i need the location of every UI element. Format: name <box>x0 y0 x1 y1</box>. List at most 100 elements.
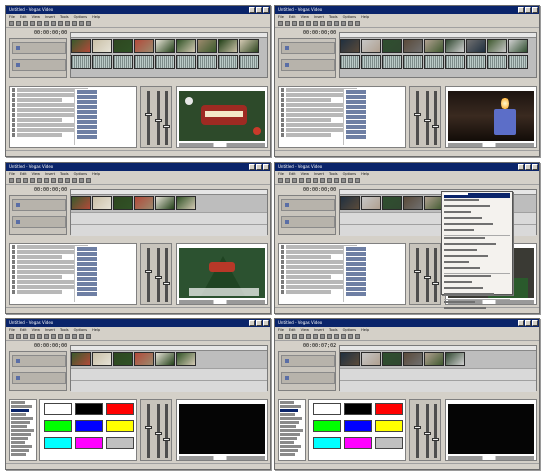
track-header[interactable] <box>281 42 335 54</box>
fader-handle[interactable] <box>155 432 162 435</box>
volume-fader[interactable] <box>424 404 431 458</box>
audio-clip[interactable] <box>71 55 91 69</box>
folder-tree-item[interactable] <box>12 98 63 102</box>
toolbar-icon[interactable] <box>313 178 318 183</box>
close-button[interactable] <box>532 320 538 326</box>
video-clip-thumbnail[interactable] <box>155 352 175 366</box>
toolbar-icon[interactable] <box>86 21 91 26</box>
audio-clip[interactable] <box>487 55 507 69</box>
fader-handle[interactable] <box>163 282 170 285</box>
toolbar-icon[interactable] <box>23 178 28 183</box>
media-file[interactable] <box>346 95 366 99</box>
time-ruler[interactable] <box>71 33 267 38</box>
generator-list-item[interactable] <box>11 405 32 408</box>
minimize-button[interactable] <box>518 164 524 170</box>
media-file[interactable] <box>77 292 97 296</box>
media-file[interactable] <box>346 100 366 104</box>
volume-fader[interactable] <box>424 91 431 145</box>
toolbar-icon[interactable] <box>341 334 346 339</box>
track-header[interactable] <box>281 355 335 367</box>
color-preset-swatch[interactable] <box>313 403 341 415</box>
empty-track-lane[interactable] <box>340 380 536 392</box>
toolbar-icon[interactable] <box>79 21 84 26</box>
empty-track-lane[interactable] <box>71 368 267 380</box>
time-ruler[interactable] <box>340 346 536 351</box>
folder-tree-item[interactable] <box>12 275 63 279</box>
generator-list-item[interactable] <box>280 445 301 448</box>
maximize-button[interactable] <box>256 164 262 170</box>
volume-fader[interactable] <box>414 248 421 302</box>
toolbar-icon[interactable] <box>292 21 297 26</box>
media-file[interactable] <box>346 125 366 129</box>
media-file[interactable] <box>346 257 366 261</box>
color-preset-swatch[interactable] <box>44 403 72 415</box>
maximize-button[interactable] <box>525 164 531 170</box>
toolbar-icon[interactable] <box>37 21 42 26</box>
media-file[interactable] <box>346 90 366 94</box>
toolbar-icon[interactable] <box>30 334 35 339</box>
toolbar-icon[interactable] <box>306 21 311 26</box>
toolbar-icon[interactable] <box>327 21 332 26</box>
folder-tree-item[interactable] <box>12 255 63 259</box>
media-file[interactable] <box>346 272 366 276</box>
color-preset-swatch[interactable] <box>313 437 341 449</box>
media-file[interactable] <box>77 287 97 291</box>
video-clip-thumbnail[interactable] <box>92 39 112 53</box>
video-clip-thumbnail[interactable] <box>176 196 196 210</box>
generator-list-item[interactable] <box>280 453 295 456</box>
close-button[interactable] <box>263 164 269 170</box>
toolbar-icon[interactable] <box>16 178 21 183</box>
toolbar-icon[interactable] <box>44 178 49 183</box>
context-menu-item[interactable] <box>444 237 510 242</box>
color-preset-swatch[interactable] <box>344 437 372 449</box>
generator-list-item[interactable] <box>11 441 25 444</box>
color-preset-swatch[interactable] <box>106 420 134 432</box>
toolbar-icon[interactable] <box>37 334 42 339</box>
generator-list-item[interactable] <box>280 409 298 412</box>
track-header[interactable] <box>12 372 66 384</box>
toolbar-icon[interactable] <box>299 21 304 26</box>
toolbar-icon[interactable] <box>65 21 70 26</box>
track-header[interactable] <box>12 42 66 54</box>
color-preset-swatch[interactable] <box>44 420 72 432</box>
minimize-button[interactable] <box>249 7 255 13</box>
generator-list-item[interactable] <box>11 453 26 456</box>
close-button[interactable] <box>532 164 538 170</box>
volume-fader[interactable] <box>432 248 439 302</box>
fader-handle[interactable] <box>145 426 152 429</box>
toolbar-icon[interactable] <box>65 178 70 183</box>
toolbar-icon[interactable] <box>285 334 290 339</box>
toolbar-icon[interactable] <box>37 178 42 183</box>
folder-tree-item[interactable] <box>281 275 332 279</box>
context-menu-item[interactable] <box>444 287 510 292</box>
toolbar-icon[interactable] <box>79 334 84 339</box>
toolbar-icon[interactable] <box>58 334 63 339</box>
folder-tree-item[interactable] <box>281 290 332 294</box>
media-file[interactable] <box>77 267 97 271</box>
time-ruler[interactable] <box>71 346 267 351</box>
video-clip-thumbnail[interactable] <box>134 196 154 210</box>
video-clip-thumbnail[interactable] <box>403 352 423 366</box>
toolbar-icon[interactable] <box>30 21 35 26</box>
fader-handle[interactable] <box>163 438 170 441</box>
color-preset-swatch[interactable] <box>75 420 103 432</box>
media-file[interactable] <box>77 262 97 266</box>
toolbar-icon[interactable] <box>65 334 70 339</box>
maximize-button[interactable] <box>525 7 531 13</box>
media-file[interactable] <box>77 277 97 281</box>
context-menu-item[interactable] <box>444 255 510 260</box>
volume-fader[interactable] <box>424 248 431 302</box>
video-clip-thumbnail[interactable] <box>113 39 133 53</box>
generator-list-item[interactable] <box>11 401 25 404</box>
video-clip-thumbnail[interactable] <box>176 352 196 366</box>
color-preset-swatch[interactable] <box>75 403 103 415</box>
toolbar-icon[interactable] <box>9 21 14 26</box>
toolbar-icon[interactable] <box>334 178 339 183</box>
video-clip-thumbnail[interactable] <box>361 352 381 366</box>
video-clip-thumbnail[interactable] <box>403 39 423 53</box>
empty-track-lane[interactable] <box>71 380 267 392</box>
fader-handle[interactable] <box>424 119 431 122</box>
toolbar-icon[interactable] <box>72 334 77 339</box>
video-clip-thumbnail[interactable] <box>424 39 444 53</box>
media-file[interactable] <box>77 252 97 256</box>
